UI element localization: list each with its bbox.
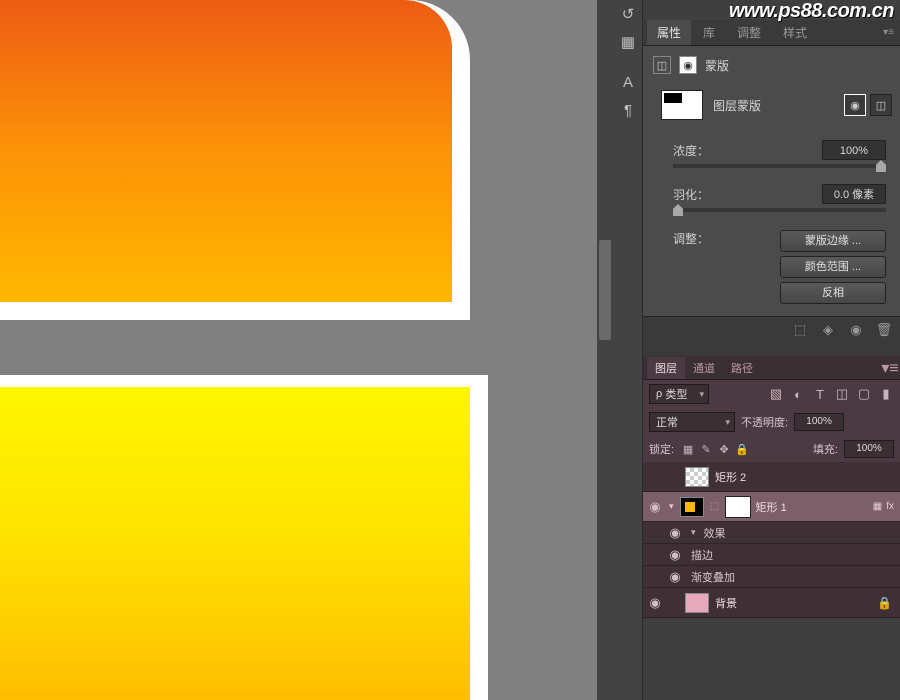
swatches-panel-icon[interactable]: ▦ — [613, 28, 643, 56]
tab-library[interactable]: 库 — [693, 20, 725, 45]
properties-panel-body: ◫ ◉ 蒙版 图层蒙版 ◉ ◫ 浓度： 100% 羽化： 0.0 像素 调整： … — [643, 46, 900, 316]
mask-thumbnail[interactable] — [661, 90, 703, 120]
mask-type-label: 图层蒙版 — [713, 97, 761, 114]
invert-button[interactable]: 反相 — [780, 282, 886, 304]
properties-panel-tabs: 属性 库 调整 样式 ▾≡ — [643, 20, 900, 46]
lock-icon: 🔒 — [877, 596, 900, 610]
tab-adjustments[interactable]: 调整 — [727, 20, 771, 45]
mask-link-icon[interactable]: ⬚ — [710, 499, 720, 515]
color-range-button[interactable]: 颜色范围 ... — [780, 256, 886, 278]
fx-effects-header[interactable]: ◉ ▾ 效果 — [643, 522, 900, 544]
filter-smartobject-icon[interactable]: ▢ — [856, 386, 872, 402]
apply-mask-icon[interactable]: ◈ — [818, 320, 838, 340]
density-value[interactable]: 100% — [822, 140, 886, 160]
vector-mask-icon[interactable]: ◫ — [653, 56, 671, 74]
filter-adjustment-icon[interactable]: ◐ — [790, 386, 806, 402]
properties-panel-footer: ⬚ ◈ ◉ 🗑 — [643, 316, 900, 342]
layer-name[interactable]: 矩形 1 — [756, 499, 787, 515]
visibility-toggle[interactable]: ◉ — [667, 569, 683, 585]
shape-rect2-gradient — [0, 387, 470, 700]
layer-row-rect2[interactable]: ● 矩形 2 — [643, 462, 900, 492]
visibility-toggle[interactable]: ● — [647, 469, 663, 485]
lock-transparency-icon[interactable]: ▦ — [680, 441, 696, 457]
tab-styles[interactable]: 样式 — [773, 20, 817, 45]
select-mask-icon[interactable]: ⬚ — [790, 320, 810, 340]
layer-thumbnail[interactable] — [680, 497, 704, 517]
character-panel-icon[interactable]: A — [613, 68, 643, 96]
visibility-toggle[interactable]: ◉ — [647, 595, 663, 611]
shape-rect1-outer — [0, 0, 470, 320]
lock-label: 锁定: — [649, 441, 674, 457]
opacity-label: 不透明度: — [741, 414, 788, 430]
layers-panel-menu-icon[interactable]: ▾≡ — [880, 358, 900, 378]
mask-edge-button[interactable]: 蒙版边缘 ... — [780, 230, 886, 252]
shape-rect2-outer — [0, 375, 488, 700]
vertical-scrollbar[interactable] — [597, 0, 613, 700]
scroll-thumb[interactable] — [599, 240, 611, 340]
add-pixel-mask-button[interactable]: ◉ — [844, 94, 866, 116]
panel-menu-icon[interactable]: ▾≡ — [883, 27, 900, 38]
paragraph-panel-icon[interactable]: ¶ — [613, 96, 643, 124]
tab-paths[interactable]: 路径 — [723, 357, 761, 379]
feather-slider[interactable] — [673, 208, 886, 212]
visibility-toggle[interactable]: ◉ — [647, 499, 663, 515]
toggle-mask-icon[interactable]: ◉ — [846, 320, 866, 340]
fx-indicator-icon[interactable]: ▦ — [873, 501, 882, 512]
visibility-toggle[interactable]: ◉ — [667, 525, 683, 541]
mask-title: 蒙版 — [705, 57, 729, 74]
fx-gradient-overlay-row[interactable]: ◉ 渐变叠加 — [643, 566, 900, 588]
lock-paint-icon[interactable]: ✎ — [698, 441, 714, 457]
lock-position-icon[interactable]: ✥ — [716, 441, 732, 457]
blend-mode-select[interactable]: 正常 — [649, 412, 735, 432]
layer-name[interactable]: 矩形 2 — [715, 469, 746, 485]
tab-layers[interactable]: 图层 — [647, 357, 685, 379]
layer-mask-thumbnail[interactable] — [726, 497, 750, 517]
opacity-value[interactable]: 100% — [794, 413, 844, 431]
canvas-area[interactable] — [0, 0, 597, 700]
filter-type-icon[interactable]: T — [812, 386, 828, 402]
watermark: www.ps88.com.cn — [729, 0, 894, 23]
visibility-toggle[interactable]: ◉ — [667, 547, 683, 563]
filter-shape-icon[interactable]: ◫ — [834, 386, 850, 402]
shape-rect1-gradient — [0, 0, 452, 302]
delete-mask-icon[interactable]: 🗑 — [874, 320, 894, 340]
density-label: 浓度： — [673, 142, 733, 159]
layer-name[interactable]: 背景 — [715, 595, 737, 611]
feather-value[interactable]: 0.0 像素 — [822, 184, 886, 204]
fill-label: 填充: — [813, 441, 838, 457]
tab-properties[interactable]: 属性 — [647, 20, 691, 45]
collapsed-panel-strip: ↺ ▦ A ¶ — [613, 0, 643, 700]
adjust-label: 调整： — [673, 230, 709, 304]
filter-toggle-icon[interactable]: ▮ — [878, 386, 894, 402]
filter-kind-select[interactable]: ρ 类型 — [649, 384, 709, 404]
layer-thumbnail[interactable] — [685, 467, 709, 487]
right-panels-column: www.ps88.com.cn 属性 库 调整 样式 ▾≡ ◫ ◉ 蒙版 图层蒙… — [643, 0, 900, 700]
density-slider[interactable] — [673, 164, 886, 168]
fill-value[interactable]: 100% — [844, 440, 894, 458]
pixel-mask-icon[interactable]: ◉ — [679, 56, 697, 74]
filter-image-icon[interactable]: ▧ — [768, 386, 784, 402]
layers-panel: 图层 通道 路径 ▾≡ ρ 类型 ▧ ◐ T ◫ ▢ ▮ 正常 不透明度: 10… — [643, 356, 900, 618]
fx-stroke-row[interactable]: ◉ 描边 — [643, 544, 900, 566]
layer-row-background[interactable]: ◉ 背景 🔒 — [643, 588, 900, 618]
history-panel-icon[interactable]: ↺ — [613, 0, 643, 28]
layer-row-rect1[interactable]: ◉ ▾ ⬚ 矩形 1 ▦ fx — [643, 492, 900, 522]
layers-list: ● 矩形 2 ◉ ▾ ⬚ 矩形 1 ▦ fx ◉ ▾ 效果 — [643, 462, 900, 618]
add-vector-mask-button[interactable]: ◫ — [870, 94, 892, 116]
layer-thumbnail[interactable] — [685, 593, 709, 613]
fx-label[interactable]: fx — [886, 501, 894, 512]
tab-channels[interactable]: 通道 — [685, 357, 723, 379]
feather-label: 羽化： — [673, 186, 733, 203]
lock-all-icon[interactable]: 🔒 — [734, 441, 750, 457]
